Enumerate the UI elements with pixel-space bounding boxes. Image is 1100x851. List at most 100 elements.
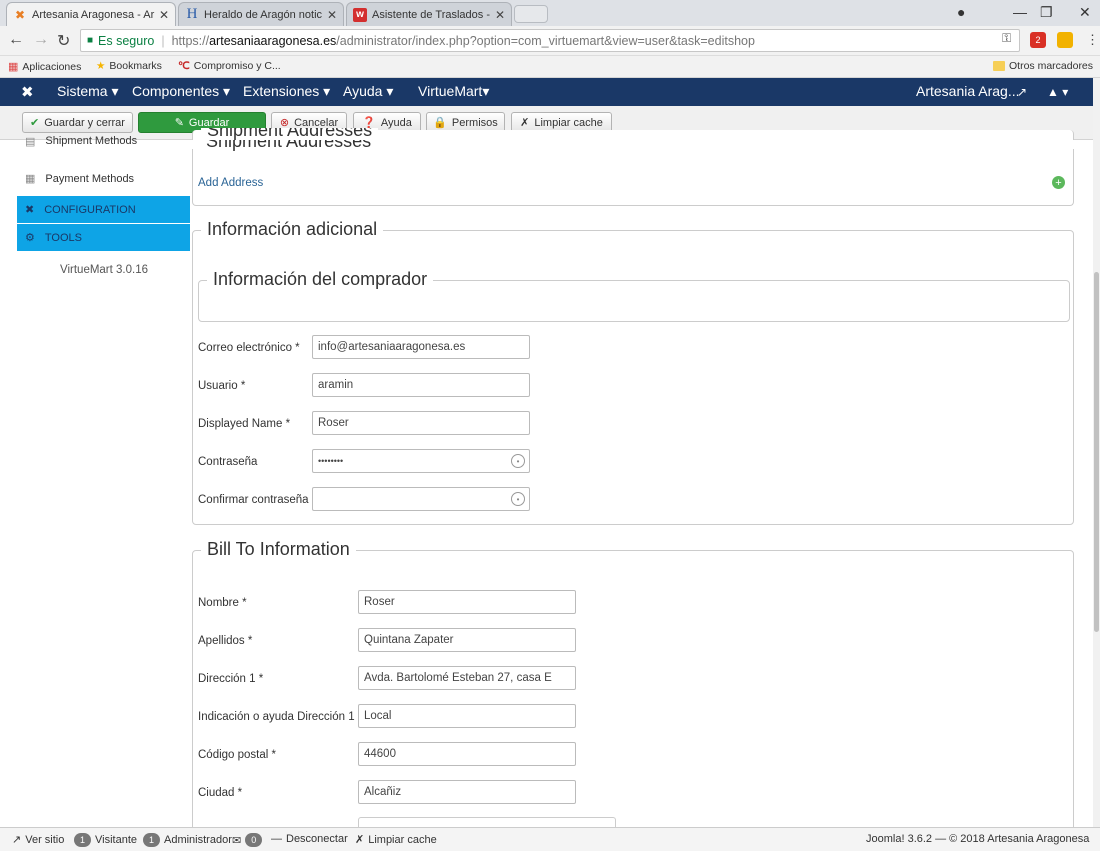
- save-close-button[interactable]: ✔ Guardar y cerrar: [22, 112, 133, 133]
- url-path: /administrator/index.php?option=com_virt…: [336, 33, 755, 48]
- address-row: ← → ↻ ■ Es seguro | https://artesaniaara…: [0, 26, 1100, 56]
- menu-icon[interactable]: ⋮: [1086, 32, 1099, 48]
- password-label: Contraseña: [198, 456, 258, 468]
- button-label: Guardar: [188, 116, 230, 129]
- username-field[interactable]: [312, 373, 530, 397]
- secure-label: Es seguro: [98, 33, 155, 48]
- browser-tab-asistente[interactable]: w Asistente de Traslados - ✕: [346, 2, 512, 26]
- bookmark-apps[interactable]: ▦ Aplicaciones: [8, 60, 82, 74]
- admin-status-bar: ↗ Ver sitio 1 Visitante 1 Administrador …: [0, 827, 1100, 851]
- bill-to-panel: Bill To Information: [192, 539, 1074, 840]
- back-icon[interactable]: ←: [8, 31, 24, 49]
- virtuemart-version: VirtueMart 3.0.16: [60, 264, 149, 276]
- button-label: Ayuda: [380, 116, 412, 129]
- password-field[interactable]: [312, 449, 530, 473]
- minimize-icon[interactable]: —: [1013, 4, 1027, 20]
- password-reveal-icon[interactable]: •: [511, 454, 525, 468]
- status-label: Visitante: [95, 834, 137, 846]
- close-icon[interactable]: ✕: [327, 8, 337, 22]
- secure-indicator[interactable]: ■ Es seguro: [87, 34, 154, 48]
- address1-field[interactable]: [358, 666, 576, 690]
- url-scheme: https://: [171, 33, 210, 48]
- confirm-password-reveal-icon[interactable]: •: [511, 492, 525, 506]
- visitors-status[interactable]: 1 Visitante: [74, 833, 137, 847]
- sidebar-item-tools[interactable]: ⚙ TOOLS: [17, 224, 190, 251]
- messages-badge: 0: [245, 833, 263, 847]
- scrollbar-thumb[interactable]: [1094, 272, 1099, 632]
- first-name-field[interactable]: [358, 590, 576, 614]
- sidebar: ▤ Shipment Methods ▦ Payment Methods ✖ C…: [0, 135, 190, 820]
- profile-icon[interactable]: ●: [957, 4, 965, 20]
- url-separator: |: [161, 33, 165, 48]
- configuration-icon: ✖: [25, 204, 35, 216]
- confirm-password-field[interactable]: [312, 487, 530, 511]
- extension-mail-icon[interactable]: 2: [1030, 32, 1046, 48]
- sidebar-item-shipment-methods[interactable]: ▤ Shipment Methods: [17, 131, 190, 151]
- username-label: Usuario *: [198, 380, 246, 392]
- bookmark-label: Bookmarks: [109, 60, 162, 72]
- menu-sistema[interactable]: Sistema ▾: [57, 83, 119, 100]
- last-name-label: Apellidos *: [198, 635, 253, 647]
- displayed-name-field[interactable]: [312, 411, 530, 435]
- shipment-legend-clipped: Shipment Addresses: [200, 140, 378, 154]
- payment-icon: ▦: [25, 173, 36, 185]
- sidebar-item-configuration[interactable]: ✖ CONFIGURATION: [17, 196, 190, 223]
- menu-virtuemart[interactable]: VirtueMart▾: [418, 83, 489, 100]
- heraldo-favicon-icon: H: [186, 6, 198, 22]
- address-bar[interactable]: ■ Es seguro | https://artesaniaaragonesa…: [80, 29, 1020, 52]
- menu-componentes[interactable]: Componentes ▾: [132, 83, 230, 100]
- address1-hint-label: Indicación o ayuda Dirección 1: [198, 711, 355, 723]
- browser-tab-artesania[interactable]: ✖ Artesania Aragonesa - Ar ✕: [6, 2, 176, 26]
- browser-tab-heraldo[interactable]: H Heraldo de Aragón notic ✕: [178, 2, 344, 26]
- admins-status[interactable]: 1 Administrador: [143, 833, 232, 847]
- address1-hint-field[interactable]: [358, 704, 576, 728]
- city-field[interactable]: [358, 780, 576, 804]
- menu-ayuda[interactable]: Ayuda ▾: [343, 83, 393, 100]
- forward-icon[interactable]: →: [33, 31, 49, 49]
- close-icon[interactable]: ✕: [495, 8, 505, 22]
- email-field[interactable]: [312, 335, 530, 359]
- restore-icon[interactable]: ❐: [1040, 4, 1053, 21]
- admin-navbar: ✖ Sistema ▾ Componentes ▾ Extensiones ▾ …: [0, 78, 1100, 106]
- messages-status[interactable]: ✉ 0: [232, 833, 263, 847]
- button-label: Limpiar cache: [534, 116, 603, 129]
- joomla-logo-icon[interactable]: ✖: [21, 83, 34, 101]
- new-tab-button[interactable]: [514, 5, 548, 23]
- add-address-link[interactable]: Add Address: [198, 177, 263, 189]
- key-icon[interactable]: ⚿: [1002, 31, 1011, 46]
- tab-title: Heraldo de Aragón notic: [204, 8, 323, 21]
- country-select[interactable]: [358, 817, 616, 827]
- edit-icon: ✎: [174, 117, 184, 129]
- bookmark-other[interactable]: Otros marcadores: [993, 60, 1093, 72]
- site-link[interactable]: Artesania Arag...: [916, 83, 1020, 99]
- confirm-password-label: Confirmar contraseña: [198, 494, 309, 506]
- view-site-link[interactable]: ↗ Ver sitio: [12, 833, 64, 847]
- bookmarks-bar: ▦ Aplicaciones ★ Bookmarks ℃ Compromiso …: [0, 56, 1100, 78]
- status-clear-cache-link[interactable]: ✗ Limpiar cache: [355, 833, 437, 847]
- external-link-icon: ↗: [12, 834, 22, 846]
- address1-label: Dirección 1 *: [198, 673, 264, 685]
- bookmark-bookmarks[interactable]: ★ Bookmarks: [96, 60, 162, 72]
- shipment-legend-text: Shipment Addresses: [207, 128, 373, 140]
- extension-folder-icon[interactable]: [1057, 32, 1073, 48]
- reload-icon[interactable]: ↻: [57, 31, 70, 51]
- close-icon[interactable]: ✕: [159, 8, 169, 22]
- lock-icon: 🔒: [433, 117, 447, 129]
- postal-code-field[interactable]: [358, 742, 576, 766]
- user-menu-icon[interactable]: ▲ ▾: [1047, 85, 1068, 99]
- window-close-icon[interactable]: ✕: [1079, 4, 1091, 21]
- envelope-icon: ✉: [232, 834, 242, 847]
- logout-link[interactable]: — Desconectar: [271, 833, 348, 845]
- sidebar-item-label: Shipment Methods: [45, 135, 138, 147]
- bookmark-compromiso[interactable]: ℃ Compromiso y C...: [178, 60, 281, 72]
- external-link-icon[interactable]: ↗: [1017, 85, 1027, 99]
- apps-grid-icon: ▦: [8, 61, 19, 73]
- menu-extensiones[interactable]: Extensiones ▾: [243, 83, 330, 100]
- displayed-name-label: Displayed Name *: [198, 418, 291, 430]
- add-circle-icon[interactable]: +: [1052, 176, 1065, 189]
- extension-badge: 2: [1035, 35, 1041, 45]
- sidebar-item-payment-methods[interactable]: ▦ Payment Methods: [17, 165, 190, 192]
- button-label: Guardar y cerrar: [44, 116, 125, 129]
- bookmark-label: Aplicaciones: [22, 60, 82, 73]
- last-name-field[interactable]: [358, 628, 576, 652]
